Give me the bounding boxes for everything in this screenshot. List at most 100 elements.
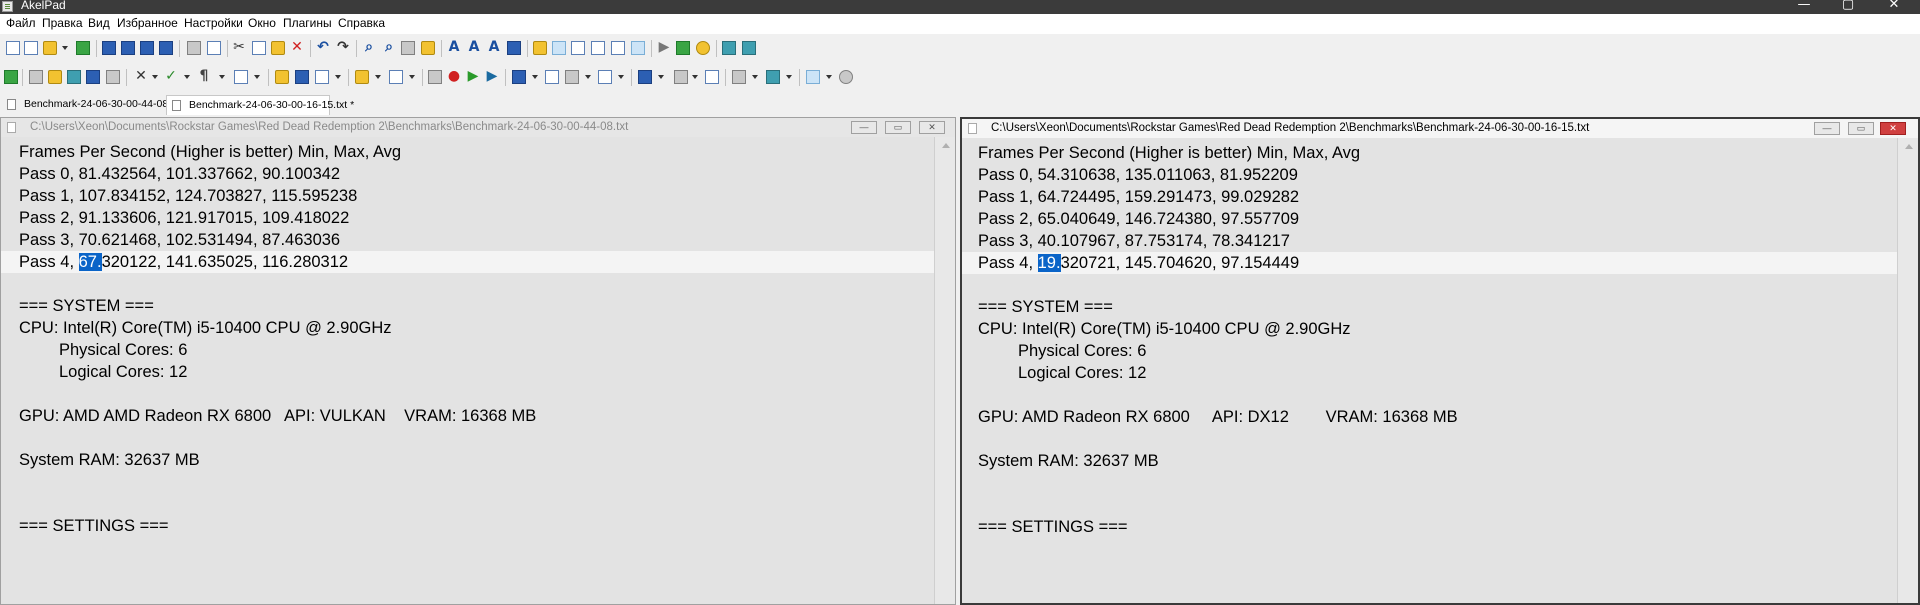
tab-benchmark-00-16-15[interactable]: Benchmark-24-06-30-00-16-15.txt *	[166, 95, 354, 115]
save-session-icon[interactable]	[159, 41, 173, 55]
menu-file[interactable]: Файл	[6, 16, 36, 30]
scroll-dropdown-arrow-icon[interactable]	[692, 75, 698, 79]
scroll-up-arrow-icon[interactable]	[1905, 144, 1913, 149]
save-all-icon[interactable]	[140, 41, 154, 55]
terminal-dropdown-arrow-icon[interactable]	[786, 75, 792, 79]
markers-icon[interactable]	[106, 70, 120, 84]
split-vertical-icon[interactable]	[591, 41, 605, 55]
copy-icon[interactable]	[252, 41, 266, 55]
panel-icon[interactable]	[732, 70, 746, 84]
close-button[interactable]: ✕	[1874, 0, 1914, 12]
encode-dropdown-arrow-icon[interactable]	[658, 75, 664, 79]
save-copy-icon[interactable]	[295, 70, 309, 84]
print-preview-icon[interactable]	[207, 41, 221, 55]
codefold-icon[interactable]	[67, 70, 81, 84]
table-icon[interactable]	[234, 70, 248, 84]
scroll-up-arrow-icon[interactable]	[942, 143, 950, 148]
delete-icon[interactable]: ✕	[290, 40, 304, 54]
vertical-scrollbar[interactable]	[1897, 138, 1918, 603]
terminal-icon[interactable]	[766, 70, 780, 84]
word-wrap-icon[interactable]	[552, 41, 566, 55]
menu-favorites[interactable]: Избранное	[117, 16, 178, 30]
pane-minimize-button[interactable]: —	[851, 121, 877, 134]
play-icon[interactable]: ▶	[657, 40, 671, 54]
paste-icon[interactable]	[271, 41, 285, 55]
run-script-icon[interactable]	[676, 41, 690, 55]
explorer-dropdown-arrow-icon[interactable]	[375, 75, 381, 79]
settings-gear-icon[interactable]	[696, 41, 710, 55]
encode-icon[interactable]	[638, 70, 652, 84]
minimize-button[interactable]: —	[1784, 0, 1824, 12]
search-dropdown-arrow-icon[interactable]	[335, 75, 341, 79]
find-icon[interactable]: ⌕	[362, 40, 376, 54]
cut-icon[interactable]: ✂	[232, 40, 246, 54]
split-horizontal-icon[interactable]	[611, 41, 625, 55]
macro-stop-icon[interactable]	[428, 70, 442, 84]
music-dropdown-arrow-icon[interactable]	[826, 75, 832, 79]
lines-dropdown-arrow-icon[interactable]	[585, 75, 591, 79]
window-list-icon[interactable]	[722, 41, 736, 55]
find-prev-icon[interactable]	[401, 41, 415, 55]
save-icon[interactable]	[102, 41, 116, 55]
tab-benchmark-00-44-08[interactable]: Benchmark-24-06-30-00-44-08.txt	[2, 95, 182, 114]
scroll-sync-icon[interactable]	[674, 70, 688, 84]
pane-close-button[interactable]: ✕	[919, 121, 945, 134]
lines-icon[interactable]	[565, 70, 579, 84]
menu-view[interactable]: Вид	[88, 16, 110, 30]
panel-dropdown-arrow-icon[interactable]	[752, 75, 758, 79]
pane-minimize-button[interactable]: —	[1814, 122, 1840, 135]
find-next-icon[interactable]: ⌕	[382, 40, 396, 54]
menu-settings[interactable]: Настройки	[184, 16, 243, 30]
props-dropdown-arrow-icon[interactable]	[618, 75, 624, 79]
font-bold-icon[interactable]: A	[467, 40, 481, 54]
save-as-icon[interactable]	[121, 41, 135, 55]
sort-icon[interactable]	[545, 70, 559, 84]
pane-restore-button[interactable]: ▭	[885, 121, 911, 134]
highlight-icon[interactable]	[48, 70, 62, 84]
spellcheck-dropdown-arrow-icon[interactable]	[184, 75, 190, 79]
macro-play-to-end-icon[interactable]: ▶	[485, 69, 499, 83]
print-icon[interactable]	[187, 41, 201, 55]
tools-icon[interactable]	[631, 41, 645, 55]
vertical-scrollbar[interactable]	[934, 137, 955, 604]
redo-icon[interactable]: ↷	[336, 40, 350, 54]
new-file-icon[interactable]	[6, 41, 20, 55]
plugin-exit-icon[interactable]	[4, 70, 18, 84]
undo-icon[interactable]: ↶	[316, 40, 330, 54]
autocomplete-icon[interactable]	[86, 70, 100, 84]
clipboard-icon[interactable]	[275, 70, 289, 84]
hand-icon[interactable]	[533, 41, 547, 55]
document-props-icon[interactable]	[598, 70, 612, 84]
font-icon[interactable]: A	[447, 40, 461, 54]
go-to-line-icon[interactable]	[421, 41, 435, 55]
table-dropdown-arrow-icon[interactable]	[254, 75, 260, 79]
case-icon[interactable]: ✕	[134, 69, 148, 83]
menu-plugins[interactable]: Плагины	[283, 16, 332, 30]
line-numbers-icon[interactable]	[29, 70, 43, 84]
open-dropdown-arrow-icon[interactable]	[62, 46, 68, 50]
reopen-icon[interactable]	[76, 41, 90, 55]
menu-help[interactable]: Справка	[338, 16, 385, 30]
explorer-icon[interactable]	[355, 70, 369, 84]
split-window-icon[interactable]	[571, 41, 585, 55]
speaker-icon[interactable]	[839, 70, 853, 84]
template-icon[interactable]	[389, 70, 403, 84]
macro-record-icon[interactable]: ●	[447, 69, 461, 83]
macro-play-icon[interactable]: ▶	[466, 69, 480, 83]
text-editor[interactable]: Frames Per Second (Higher is better) Min…	[1, 137, 934, 604]
color-scheme-icon[interactable]	[507, 41, 521, 55]
music-note-icon[interactable]	[806, 70, 820, 84]
font-color-icon[interactable]: A	[487, 40, 501, 54]
spellcheck-icon[interactable]: ✓	[164, 69, 178, 83]
new-window-icon[interactable]	[24, 41, 38, 55]
search-files-icon[interactable]	[315, 70, 329, 84]
pane-restore-button[interactable]: ▭	[1848, 122, 1874, 135]
tile-windows-icon[interactable]	[742, 41, 756, 55]
menu-window[interactable]: Окно	[248, 16, 276, 30]
show-special-chars-icon[interactable]: ¶	[197, 69, 211, 83]
case-dropdown-arrow-icon[interactable]	[152, 75, 158, 79]
open-folder-icon[interactable]	[43, 41, 57, 55]
menu-edit[interactable]: Правка	[42, 16, 83, 30]
text-editor[interactable]: Frames Per Second (Higher is better) Min…	[962, 138, 1897, 603]
compare-icon[interactable]	[705, 70, 719, 84]
